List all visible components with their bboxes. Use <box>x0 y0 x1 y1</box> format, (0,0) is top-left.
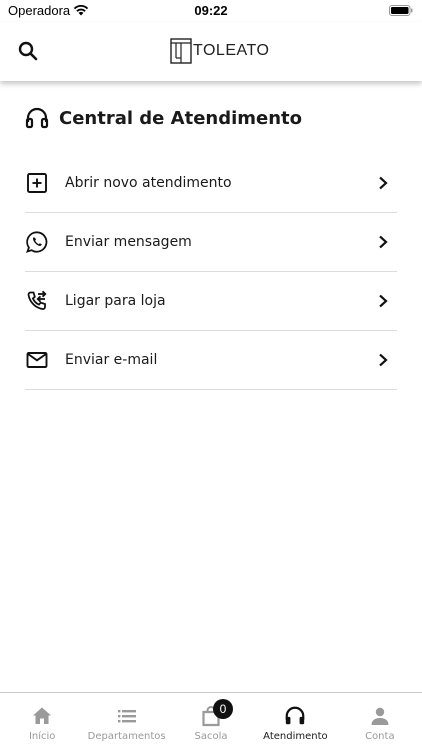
person-icon <box>371 707 389 725</box>
send-email-label: Enviar e-mail <box>65 352 158 368</box>
tab-account[interactable]: Conta <box>338 693 422 750</box>
status-time: 09:22 <box>194 3 228 18</box>
search-icon <box>18 41 38 61</box>
tab-bag[interactable]: 0 Sacola <box>169 693 253 750</box>
headphones-icon <box>25 107 49 129</box>
chevron-right-icon <box>379 353 388 367</box>
home-icon <box>33 707 52 724</box>
tab-support[interactable]: Atendimento <box>253 693 337 750</box>
bottom-tab-bar: Início Departamentos 0 Sacola Atendiment… <box>0 692 422 750</box>
chevron-right-icon <box>379 294 388 308</box>
tab-home[interactable]: Início <box>0 693 84 750</box>
status-bar: Operadora 09:22 <box>0 0 422 22</box>
list-icon <box>117 710 136 723</box>
headphones-icon <box>286 706 305 725</box>
tab-departments[interactable]: Departamentos <box>84 693 168 750</box>
app-header: TOLEATO <box>0 22 422 81</box>
search-button[interactable] <box>14 37 42 65</box>
open-ticket-item[interactable]: Abrir novo atendimento <box>25 154 397 213</box>
battery-icon <box>389 5 413 16</box>
send-message-label: Enviar mensagem <box>65 234 192 250</box>
call-store-label: Ligar para loja <box>65 293 166 309</box>
logo-mark-icon <box>170 38 192 64</box>
chevron-right-icon <box>379 235 388 249</box>
open-ticket-label: Abrir novo atendimento <box>65 175 232 191</box>
call-store-item[interactable]: Ligar para loja <box>25 272 397 331</box>
mail-icon <box>25 348 49 372</box>
logo-text: TOLEATO <box>193 42 270 59</box>
phone-forward-icon <box>25 289 49 313</box>
page-title: Central de Atendimento <box>59 107 303 129</box>
tab-account-label: Conta <box>365 731 395 742</box>
send-message-item[interactable]: Enviar mensagem <box>25 213 397 272</box>
tab-bag-label: Sacola <box>194 731 228 742</box>
support-options-list: Abrir novo atendimento Enviar mensagem L… <box>25 154 397 390</box>
send-email-item[interactable]: Enviar e-mail <box>25 331 397 390</box>
tab-home-label: Início <box>28 731 56 742</box>
chevron-right-icon <box>379 176 388 190</box>
page-title-row: Central de Atendimento <box>25 105 302 131</box>
brand-logo[interactable]: TOLEATO <box>170 37 269 65</box>
bag-count-badge: 0 <box>213 699 234 719</box>
tab-support-label: Atendimento <box>263 731 328 742</box>
whatsapp-icon <box>25 230 49 254</box>
plus-square-icon <box>25 171 49 195</box>
tab-departments-label: Departamentos <box>87 731 166 742</box>
